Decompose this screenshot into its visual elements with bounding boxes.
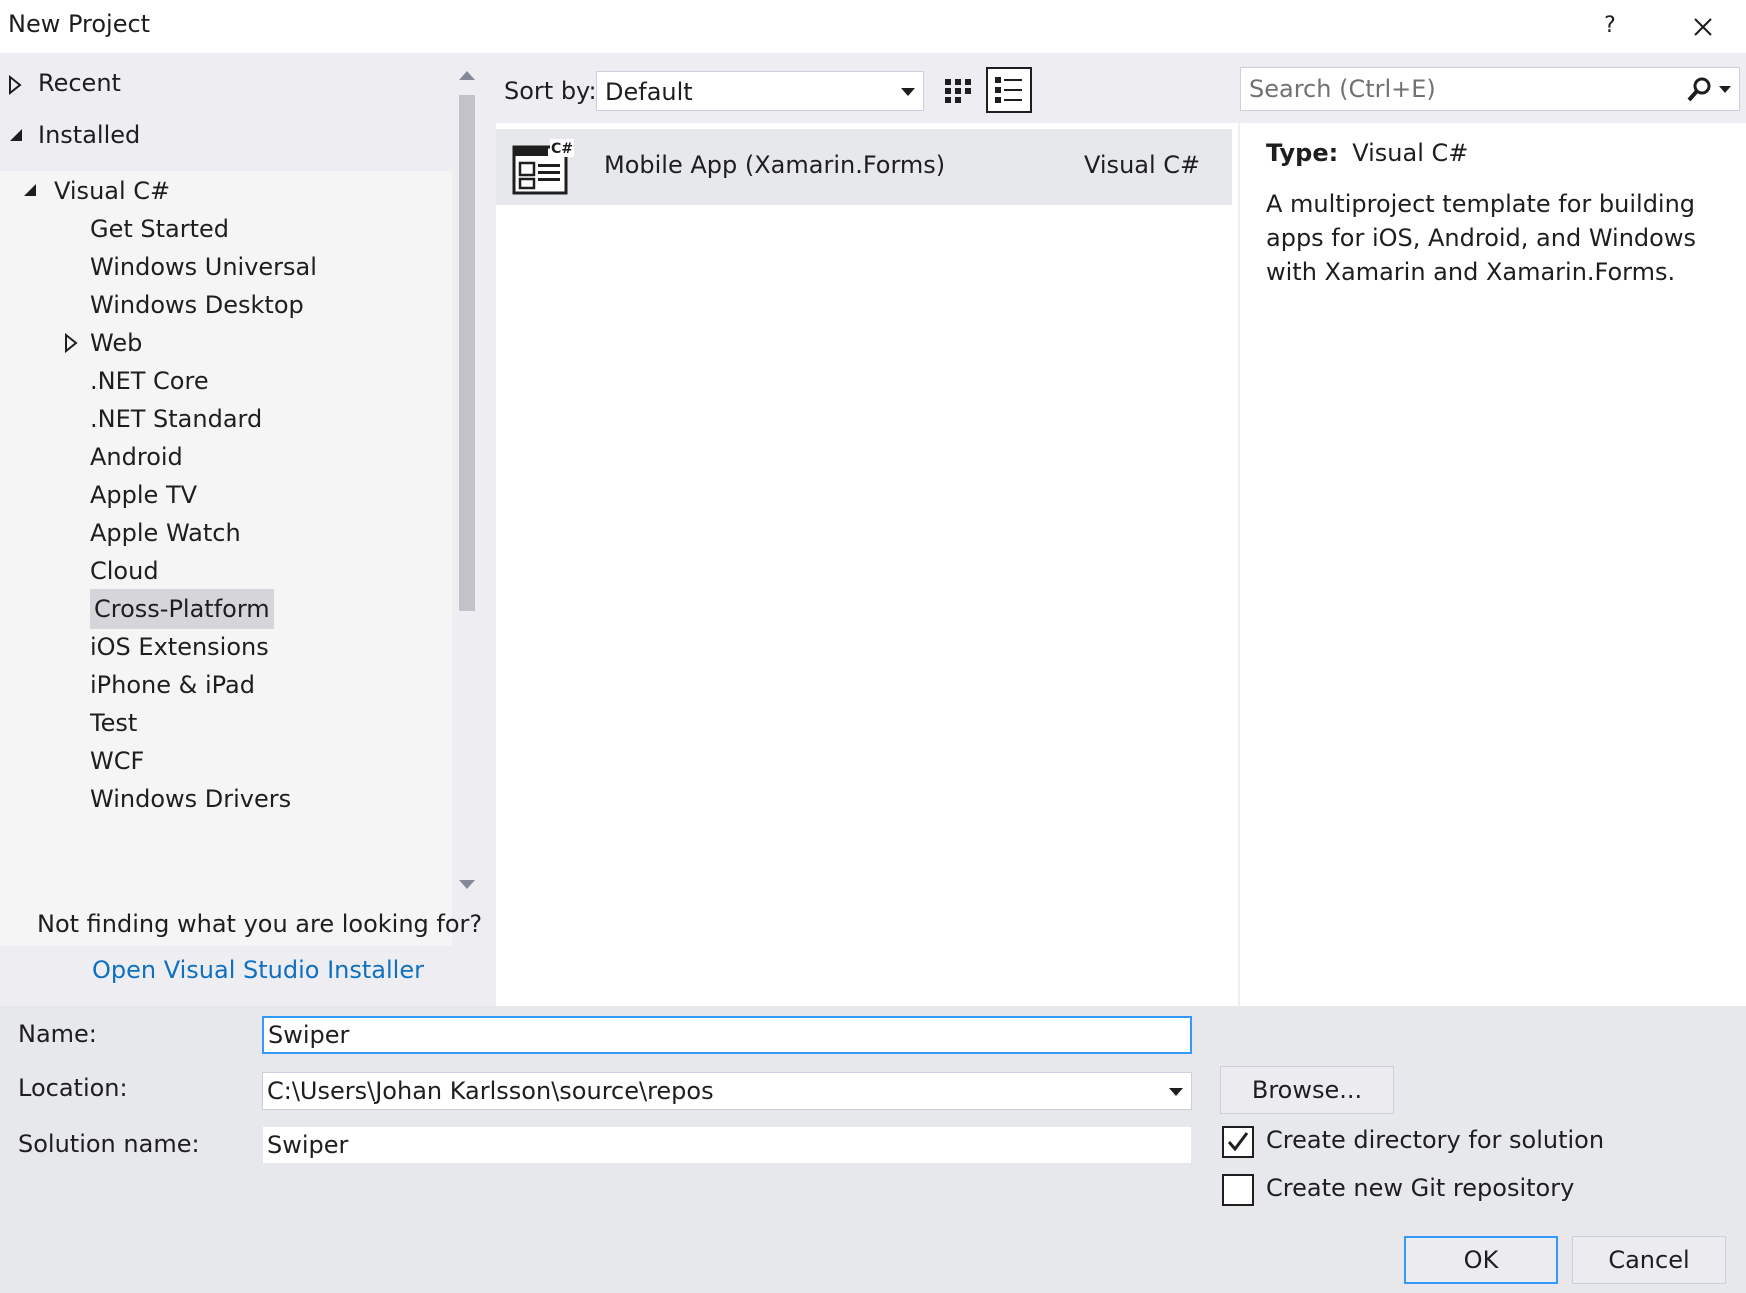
- tree-item-label: .NET Standard: [90, 405, 263, 433]
- tree-item-label: Test: [90, 709, 138, 737]
- browse-button[interactable]: Browse...: [1220, 1066, 1394, 1114]
- expand-arrow-icon: [9, 75, 22, 95]
- cancel-button[interactable]: Cancel: [1572, 1236, 1726, 1284]
- tree-item-label: .NET Core: [90, 367, 209, 395]
- dialog-title: New Project: [8, 10, 151, 38]
- template-row-mobile-app[interactable]: C# Mobile App (Xamarin.Forms) Visual C#: [496, 129, 1232, 205]
- ok-button[interactable]: OK: [1404, 1236, 1558, 1284]
- create-directory-checkbox[interactable]: [1222, 1126, 1254, 1158]
- template-icon-badge: C#: [551, 141, 573, 157]
- template-description: A multiproject template for building app…: [1266, 190, 1696, 286]
- expand-arrow-icon: [65, 332, 78, 354]
- search-options-caret-icon[interactable]: [1719, 86, 1731, 94]
- tree-node-label: Recent: [38, 69, 121, 97]
- tree-item-windows-desktop[interactable]: Windows Desktop: [86, 285, 308, 325]
- name-label: Name:: [18, 1020, 97, 1048]
- search-input[interactable]: [1249, 72, 1669, 106]
- list-icon: [995, 77, 1022, 103]
- grid-icon: [945, 79, 971, 103]
- tree-item-label: Android: [90, 443, 183, 471]
- tree-item-label: Windows Desktop: [90, 291, 304, 319]
- dropdown-caret-icon: [1169, 1088, 1183, 1096]
- project-settings-panel: Name: Location: C:\Users\Johan Karlsson\…: [0, 1006, 1746, 1293]
- tree-list: Visual C# Get Started Windows Universal …: [0, 171, 452, 946]
- type-label: Type:: [1266, 139, 1339, 167]
- tree-node-recent[interactable]: Recent: [0, 57, 452, 113]
- tree-item-label: Apple TV: [90, 481, 198, 509]
- create-directory-label: Create directory for solution: [1266, 1126, 1605, 1154]
- template-tree-panel: Recent Installed Visual C# Get Started W…: [0, 53, 496, 1006]
- location-label: Location:: [18, 1074, 128, 1102]
- search-box: [1240, 67, 1740, 111]
- tree-item-get-started[interactable]: Get Started: [86, 209, 233, 249]
- close-button[interactable]: [1686, 6, 1720, 46]
- tree-item-iphone-ipad[interactable]: iPhone & iPad: [86, 665, 259, 705]
- sort-dropdown-value: Default: [605, 78, 693, 106]
- git-repo-label: Create new Git repository: [1266, 1174, 1575, 1202]
- open-installer-link[interactable]: Open Visual Studio Installer: [92, 956, 424, 984]
- collapse-arrow-icon: [24, 184, 36, 196]
- sort-label: Sort by:: [504, 77, 597, 105]
- close-icon: [1694, 18, 1712, 36]
- tree-item-label: WCF: [90, 747, 145, 775]
- tree-item-label: Web: [90, 329, 143, 357]
- location-value: C:\Users\Johan Karlsson\source\repos: [267, 1077, 714, 1105]
- tree-node-installed[interactable]: Installed: [0, 109, 452, 165]
- collapse-arrow-icon: [10, 129, 22, 141]
- name-input[interactable]: [262, 1016, 1192, 1054]
- not-finding-text: Not finding what you are looking for?: [37, 910, 483, 938]
- tree-node-label: Visual C#: [54, 177, 171, 205]
- tree-item-label: Cloud: [90, 557, 159, 585]
- template-type: Type: Visual C#: [1266, 139, 1468, 167]
- tree-node-visual-csharp[interactable]: Visual C#: [0, 171, 452, 211]
- tree-item-ios-extensions[interactable]: iOS Extensions: [86, 627, 273, 667]
- scroll-down-arrow-icon[interactable]: [456, 873, 478, 895]
- type-value: Visual C#: [1352, 139, 1469, 167]
- template-language: Visual C#: [1084, 151, 1201, 179]
- solution-name-label: Solution name:: [18, 1130, 200, 1158]
- tree-item-label: Cross-Platform: [94, 595, 270, 623]
- tree-item-windows-drivers[interactable]: Windows Drivers: [86, 779, 295, 819]
- template-list-panel: Sort by: Default C# Mobile App (Xamarin.…: [496, 53, 1238, 1006]
- tree-item-cross-platform[interactable]: Cross-Platform: [90, 589, 274, 629]
- tree-item-cloud[interactable]: Cloud: [86, 551, 163, 591]
- tree-item-label: Get Started: [90, 215, 230, 243]
- tree-item-net-standard[interactable]: .NET Standard: [86, 399, 266, 439]
- scroll-up-arrow-icon[interactable]: [456, 65, 478, 87]
- template-name: Mobile App (Xamarin.Forms): [604, 151, 946, 179]
- tree-item-label: Apple Watch: [90, 519, 241, 547]
- tree-item-label: iPhone & iPad: [90, 671, 255, 699]
- tree-item-wcf[interactable]: WCF: [86, 741, 148, 781]
- tree-item-web[interactable]: Web: [60, 323, 440, 363]
- tree-item-test[interactable]: Test: [86, 703, 141, 743]
- list-view-button[interactable]: [986, 67, 1032, 113]
- title-bar: New Project ?: [0, 0, 1746, 53]
- tree-item-apple-tv[interactable]: Apple TV: [86, 475, 201, 515]
- checkmark-icon: [1227, 1132, 1249, 1152]
- location-combobox[interactable]: C:\Users\Johan Karlsson\source\repos: [262, 1072, 1192, 1110]
- sort-toolbar: Sort by: Default: [496, 53, 1238, 123]
- search-toolbar: [1240, 53, 1746, 123]
- sort-dropdown[interactable]: Default: [596, 71, 924, 111]
- solution-name-input[interactable]: [262, 1126, 1192, 1164]
- tree-scrollbar[interactable]: [456, 65, 478, 895]
- tree-item-label: Windows Universal: [90, 253, 317, 281]
- search-icon[interactable]: [1685, 76, 1713, 104]
- tree-item-net-core[interactable]: .NET Core: [86, 361, 213, 401]
- tree-item-apple-watch[interactable]: Apple Watch: [86, 513, 245, 553]
- small-icons-view-button[interactable]: [938, 71, 978, 111]
- template-details-panel: Type: Visual C# A multiproject template f…: [1238, 53, 1746, 1006]
- mobile-app-template-icon: C#: [512, 139, 574, 195]
- help-button[interactable]: ?: [1598, 8, 1622, 44]
- scroll-thumb[interactable]: [459, 95, 475, 611]
- git-repo-checkbox[interactable]: [1222, 1174, 1254, 1206]
- tree-node-label: Installed: [38, 121, 141, 149]
- dropdown-caret-icon: [901, 88, 915, 96]
- tree-item-label: iOS Extensions: [90, 633, 269, 661]
- tree-item-label: Windows Drivers: [90, 785, 292, 813]
- tree-item-windows-universal[interactable]: Windows Universal: [86, 247, 321, 287]
- tree-item-android[interactable]: Android: [86, 437, 187, 477]
